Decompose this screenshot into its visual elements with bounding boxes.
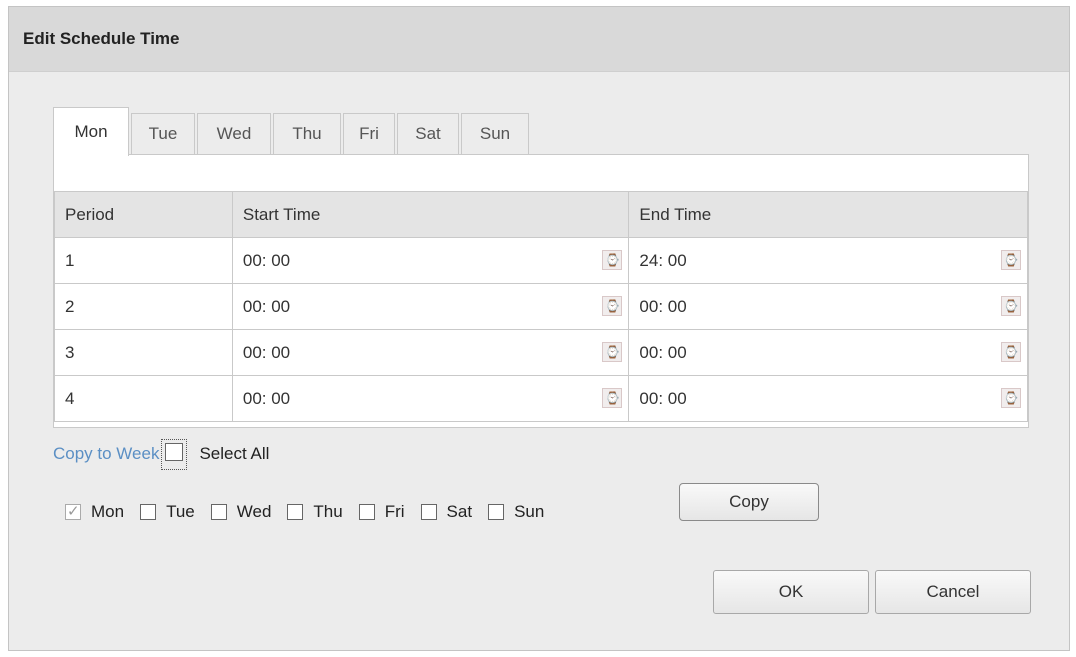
day-label: Sun	[514, 502, 545, 521]
day-option-tue: Tue	[140, 502, 195, 522]
clock-icon[interactable]: ⌚	[1001, 342, 1021, 362]
day-label: Sat	[446, 502, 473, 521]
table-header-row: Period Start Time End Time	[54, 191, 1028, 238]
day-option-fri: Fri	[358, 502, 405, 522]
end-time-value: 00: 00	[639, 342, 687, 362]
sun-checkbox[interactable]	[488, 504, 505, 520]
start-time-value: 00: 00	[242, 250, 291, 270]
header-period: Period	[54, 191, 233, 238]
start-time-field[interactable]: 00: 00 ⌚	[231, 329, 630, 376]
clock-icon[interactable]: ⌚	[1001, 388, 1021, 408]
start-time-value: 00: 00	[242, 342, 291, 362]
header-end-time: End Time	[628, 191, 1028, 238]
table-row: 1 00: 00 ⌚ 24: 00 ⌚	[54, 237, 1028, 284]
table-row: 2 00: 00 ⌚ 00: 00 ⌚	[54, 283, 1028, 330]
clock-icon[interactable]: ⌚	[602, 342, 623, 362]
day-option-wed: Wed	[210, 502, 272, 522]
end-time-value: 00: 00	[639, 296, 687, 316]
day-option-thu: Thu	[287, 502, 343, 522]
header-start-time: Start Time	[231, 191, 630, 238]
dialog-title: Edit Schedule Time	[23, 29, 180, 48]
schedule-table: Period Start Time End Time 1 00: 00 ⌚ 24…	[54, 191, 1028, 422]
copy-to-week-link[interactable]: Copy to Week	[53, 444, 159, 464]
day-label: Wed	[236, 502, 272, 521]
tab-thu[interactable]: Thu	[273, 113, 341, 154]
select-all-focus-box	[161, 438, 188, 470]
clock-icon[interactable]: ⌚	[602, 388, 623, 408]
start-time-value: 00: 00	[242, 388, 291, 408]
copy-to-week-row: Copy to Week Select All	[53, 438, 270, 470]
table-row: 3 00: 00 ⌚ 00: 00 ⌚	[54, 329, 1028, 376]
tab-sat[interactable]: Sat	[397, 113, 459, 154]
day-label: Fri	[384, 502, 405, 521]
end-time-field[interactable]: 00: 00 ⌚	[628, 329, 1028, 376]
table-row: 4 00: 00 ⌚ 00: 00 ⌚	[54, 375, 1028, 422]
sat-checkbox[interactable]	[420, 504, 437, 520]
end-time-field[interactable]: 00: 00 ⌚	[628, 375, 1028, 422]
tab-fri[interactable]: Fri	[343, 113, 395, 154]
day-label: Thu	[313, 502, 343, 521]
day-label: Tue	[166, 502, 195, 521]
start-time-field[interactable]: 00: 00 ⌚	[231, 283, 630, 330]
start-time-field[interactable]: 00: 00 ⌚	[231, 375, 630, 422]
mon-checkbox[interactable]	[65, 502, 81, 520]
copy-button[interactable]: Copy	[679, 483, 819, 521]
day-label: Mon	[91, 502, 125, 521]
ok-button[interactable]: OK	[713, 570, 869, 614]
end-time-field[interactable]: 24: 00 ⌚	[628, 237, 1028, 284]
clock-icon[interactable]: ⌚	[602, 250, 623, 270]
tue-checkbox[interactable]	[140, 504, 157, 520]
fri-checkbox[interactable]	[358, 504, 375, 520]
dialog-title-bar: Edit Schedule Time	[9, 7, 1069, 72]
tab-sun[interactable]: Sun	[461, 113, 529, 154]
tab-mon[interactable]: Mon	[53, 107, 129, 156]
period-cell: 3	[54, 329, 233, 376]
select-all-checkbox[interactable]	[165, 442, 184, 461]
end-time-value: 00: 00	[639, 388, 687, 408]
clock-icon[interactable]: ⌚	[1001, 296, 1021, 316]
cancel-button[interactable]: Cancel	[875, 570, 1031, 614]
period-cell: 4	[54, 375, 233, 422]
thu-checkbox[interactable]	[287, 504, 304, 520]
tab-wed[interactable]: Wed	[197, 113, 271, 154]
day-option-sun: Sun	[488, 502, 544, 522]
day-option-mon: Mon	[65, 502, 124, 522]
tab-tue[interactable]: Tue	[131, 113, 195, 154]
end-time-value: 24: 00	[639, 250, 687, 270]
clock-icon[interactable]: ⌚	[602, 296, 623, 316]
end-time-field[interactable]: 00: 00 ⌚	[628, 283, 1028, 330]
schedule-panel: Period Start Time End Time 1 00: 00 ⌚ 24…	[53, 154, 1029, 428]
day-option-sat: Sat	[420, 502, 473, 522]
select-all-label: Select All	[199, 444, 270, 463]
period-cell: 1	[54, 237, 233, 284]
start-time-value: 00: 00	[242, 296, 291, 316]
clock-icon[interactable]: ⌚	[1001, 250, 1021, 270]
start-time-field[interactable]: 00: 00 ⌚	[231, 237, 630, 284]
edit-schedule-dialog: Edit Schedule Time Mon Tue Wed Thu Fri S…	[8, 6, 1070, 651]
period-cell: 2	[54, 283, 233, 330]
wed-checkbox[interactable]	[210, 504, 227, 520]
copy-days-row: Mon Tue Wed Thu Fri Sat Sun	[65, 494, 560, 530]
